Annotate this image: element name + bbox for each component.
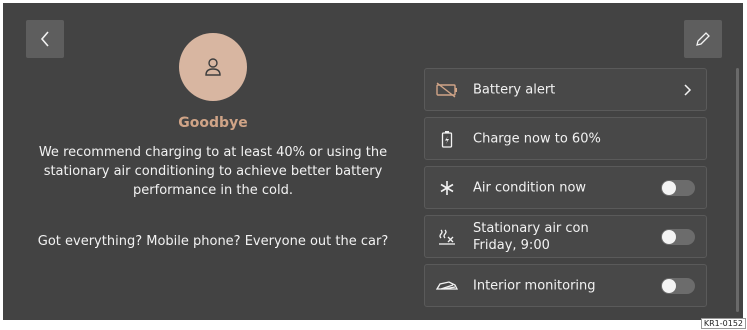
battery-charge-icon (435, 129, 459, 149)
chevron-right-icon (684, 83, 692, 96)
stationary-aircon-title: Stationary air con (473, 220, 589, 236)
scrollbar[interactable] (736, 68, 739, 312)
checklist-question: Got everything? Mobile phone? Everyone o… (37, 234, 389, 249)
toggle-knob (662, 180, 676, 195)
stationary-aircon-schedule: Friday, 9:00 (473, 237, 550, 253)
air-condition-label: Air condition now (473, 180, 587, 195)
air-condition-row[interactable]: Air condition now (424, 166, 707, 209)
vehicle-screen: Goodbye We recommend charging to at leas… (3, 3, 743, 320)
battery-alert-row[interactable]: Battery alert (424, 68, 707, 111)
image-code: KR1-0152 (700, 318, 746, 329)
snowflake-icon (435, 178, 459, 198)
stationary-aircon-toggle[interactable] (661, 228, 695, 245)
back-button[interactable] (26, 20, 64, 58)
interior-monitoring-label: Interior monitoring (473, 278, 596, 293)
stationary-aircon-row[interactable]: Stationary air con Friday, 9:00 (424, 215, 707, 258)
charge-now-row[interactable]: Charge now to 60% (424, 117, 707, 160)
battery-alert-icon (435, 80, 459, 100)
toggle-knob (662, 229, 676, 244)
air-condition-toggle[interactable] (661, 179, 695, 196)
chevron-left-icon (40, 31, 49, 47)
edit-button[interactable] (684, 20, 722, 58)
charge-now-label: Charge now to 60% (473, 131, 601, 146)
car-interior-icon (435, 276, 459, 296)
pencil-icon (696, 32, 710, 46)
stationary-aircon-label: Stationary air con Friday, 9:00 (473, 220, 589, 254)
avatar (179, 33, 247, 101)
climate-timer-icon (435, 227, 459, 247)
settings-panel: Battery alert Charge now to 60% Air cond… (424, 68, 707, 313)
battery-alert-label: Battery alert (473, 82, 556, 97)
recommendation-message: We recommend charging to at least 40% or… (38, 145, 388, 198)
interior-monitoring-row[interactable]: Interior monitoring (424, 264, 707, 307)
interior-monitoring-toggle[interactable] (661, 277, 695, 294)
greeting-title: Goodbye (178, 115, 248, 131)
toggle-knob (662, 278, 676, 293)
user-icon (205, 58, 221, 76)
